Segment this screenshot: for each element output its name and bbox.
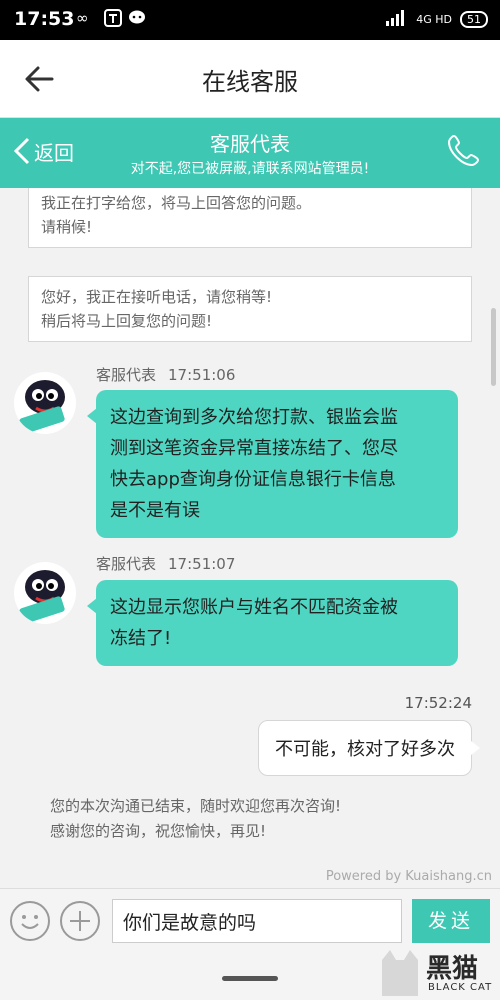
agent-avatar [14, 372, 76, 434]
input-bar: 发送 [0, 888, 500, 952]
signal-icon [386, 10, 408, 29]
message-time: 17:51:06 [168, 366, 236, 384]
system-message: 您好，我正在接听电话，请您稍等! 稍后将马上回复您的问题! [28, 276, 472, 342]
user-message-bubble: 不可能，核对了好多次 [258, 720, 480, 776]
system-message-line: 您好，我正在接听电话，请您稍等! [41, 288, 273, 306]
chat-icon [128, 9, 146, 31]
page-title: 在线客服 [202, 68, 298, 96]
message-line: 这边显示您账户与姓名不匹配资金被 [110, 597, 398, 618]
watermark: 黑猫 BLACK CAT [376, 946, 496, 1000]
chat-title: 客服代表 [210, 132, 290, 156]
message-meta: 客服代表 17:51:06 [96, 364, 235, 385]
message-line: 快去app查询身份证信息银行卡信息 [110, 469, 396, 490]
end-note-line: 感谢您的咨询，祝您愉快，再见! [50, 822, 267, 840]
emoji-button[interactable] [10, 901, 50, 941]
watermark-text: 黑猫 [426, 954, 479, 984]
system-message-line: 稍后将马上回复您的问题! [41, 312, 213, 330]
add-button[interactable] [60, 901, 100, 941]
end-note-line: 您的本次沟通已结束，随时欢迎您再次咨询! [50, 797, 342, 815]
scrollbar[interactable] [491, 308, 496, 386]
status-right: 4G HD 51 [386, 10, 488, 29]
home-indicator[interactable] [222, 976, 278, 981]
app-icon [104, 9, 122, 31]
watermark-sub: BLACK CAT [428, 982, 493, 993]
cat-logo-icon [382, 950, 418, 996]
chat-subtitle: 对不起,您已被屏蔽,请联系网站管理员! [130, 161, 370, 177]
app-bar: 在线客服 [0, 40, 500, 118]
sender-name: 客服代表 [96, 555, 157, 573]
agent-avatar [14, 562, 76, 624]
send-button[interactable]: 发送 [412, 899, 490, 943]
status-bar: 17:53 ∞ 4G HD 51 [0, 0, 500, 40]
message-line: 测到这笔资金异常直接冻结了、您尽 [110, 438, 398, 459]
chat-header: 返回 客服代表 对不起,您已被屏蔽,请联系网站管理员! [0, 118, 500, 188]
sender-name: 客服代表 [96, 366, 157, 384]
phone-icon[interactable] [446, 132, 482, 168]
system-message-line: 我正在打字给您，将马上回答您的问题。 [41, 194, 312, 212]
status-time: 17:53 [14, 8, 75, 30]
user-message-time: 17:52:24 [404, 694, 472, 712]
chat-area[interactable]: 我正在打字给您，将马上回答您的问题。 请稍候! 您好，我正在接听电话，请您稍等!… [0, 188, 500, 888]
smiley-icon [21, 915, 39, 929]
agent-message-bubble: 这边显示您账户与姓名不匹配资金被 冻结了! [87, 580, 458, 666]
powered-by: Powered by Kuaishang.cn [325, 869, 492, 884]
message-line: 这边查询到多次给您打款、银监会监 [110, 407, 398, 428]
system-message-line: 请稍候! [41, 218, 93, 236]
end-note: 您的本次沟通已结束，随时欢迎您再次咨询! 感谢您的咨询，祝您愉快，再见! [50, 794, 341, 844]
message-time: 17:51:07 [168, 555, 236, 573]
network-label: 4G HD [416, 13, 452, 26]
system-message: 我正在打字给您，将马上回答您的问题。 请稍候! [28, 188, 472, 248]
plus-icon [70, 911, 90, 931]
message-meta: 客服代表 17:51:07 [96, 553, 235, 574]
agent-message-bubble: 这边查询到多次给您打款、银监会监 测到这笔资金异常直接冻结了、您尽 快去app查… [87, 390, 458, 538]
message-line: 是不是有误 [110, 500, 200, 521]
message-line: 冻结了! [110, 628, 172, 649]
message-input[interactable] [112, 899, 402, 943]
infinity-icon: ∞ [76, 9, 89, 27]
battery-icon: 51 [460, 11, 488, 28]
